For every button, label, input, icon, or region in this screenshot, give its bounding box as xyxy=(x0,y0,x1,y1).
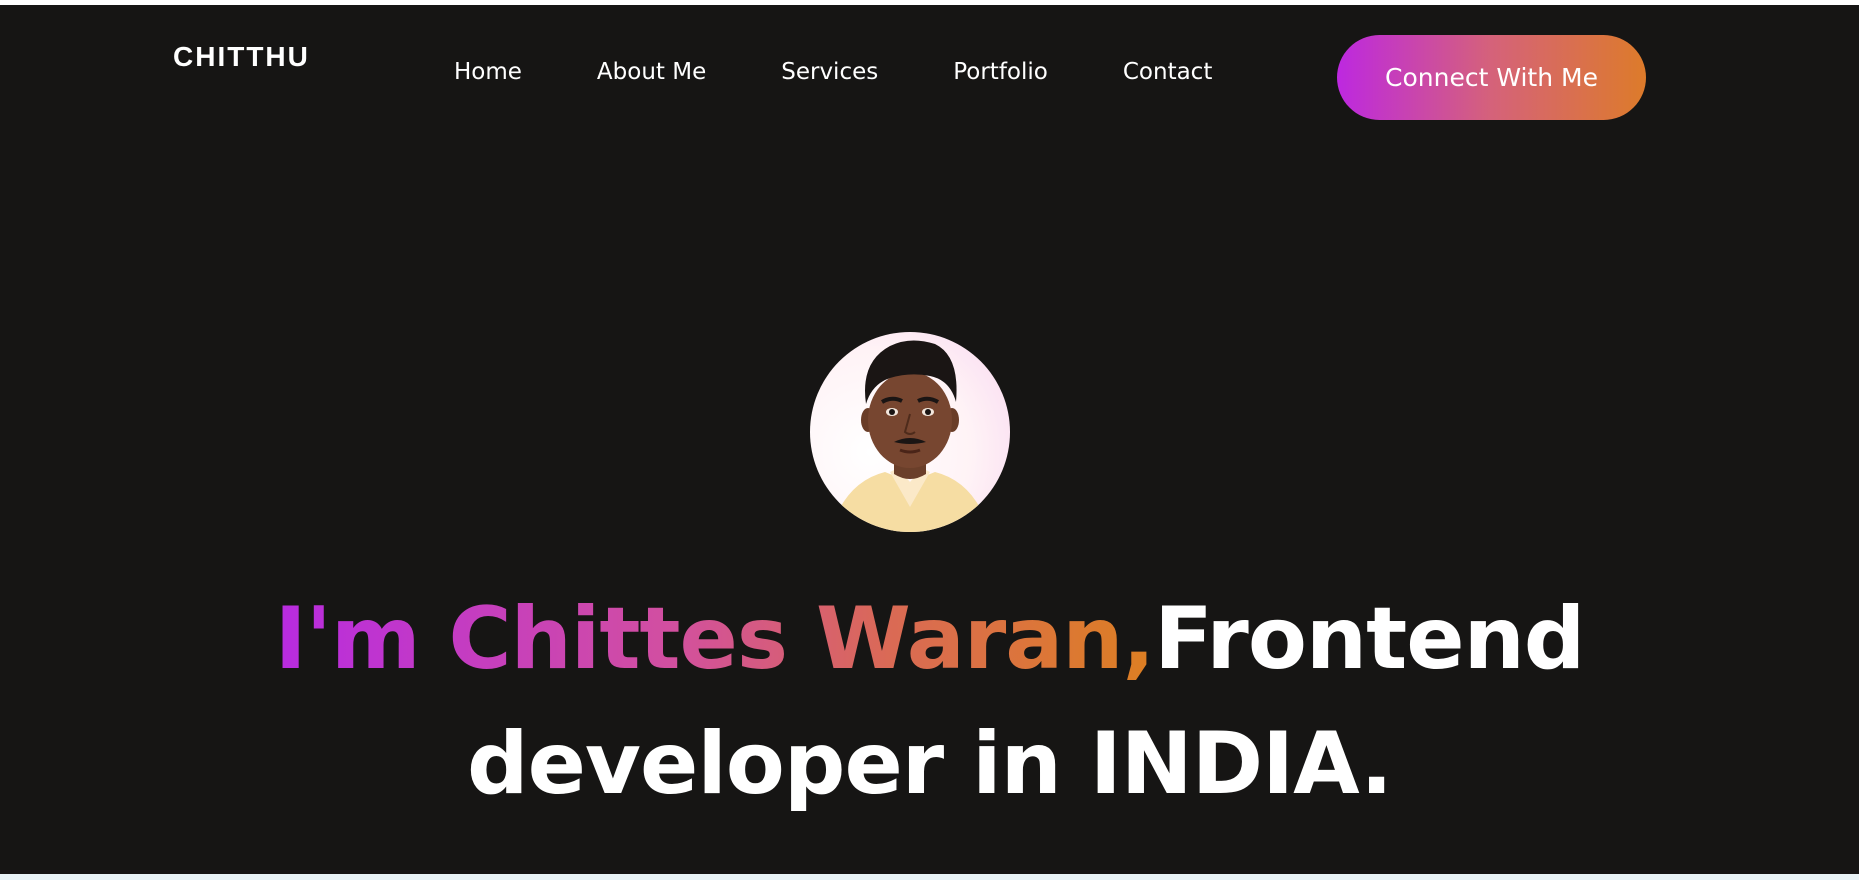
profile-photo-icon xyxy=(830,340,990,532)
portfolio-page: CHITTHU Home About Me Services Portfolio… xyxy=(0,0,1859,880)
connect-with-me-button[interactable]: Connect With Me xyxy=(1337,35,1646,120)
headline-line2: developer in INDIA. xyxy=(467,714,1393,814)
nav-item-about-me[interactable]: About Me xyxy=(597,59,706,85)
hero-headline: I'm Chittes Waran,Frontend developer in I… xyxy=(0,577,1859,827)
profile-avatar xyxy=(810,332,1010,532)
nav-item-portfolio[interactable]: Portfolio xyxy=(953,59,1048,85)
headline-highlight: I'm Chittes Waran, xyxy=(274,589,1156,689)
site-logo[interactable]: CHITTHU xyxy=(173,41,310,73)
main-nav: Home About Me Services Portfolio Contact xyxy=(454,59,1212,85)
nav-item-services[interactable]: Services xyxy=(781,59,878,85)
nav-item-home[interactable]: Home xyxy=(454,59,522,85)
nav-item-contact[interactable]: Contact xyxy=(1123,59,1212,85)
section-divider xyxy=(0,874,1859,880)
headline-line1-rest: Frontend xyxy=(1154,589,1585,689)
